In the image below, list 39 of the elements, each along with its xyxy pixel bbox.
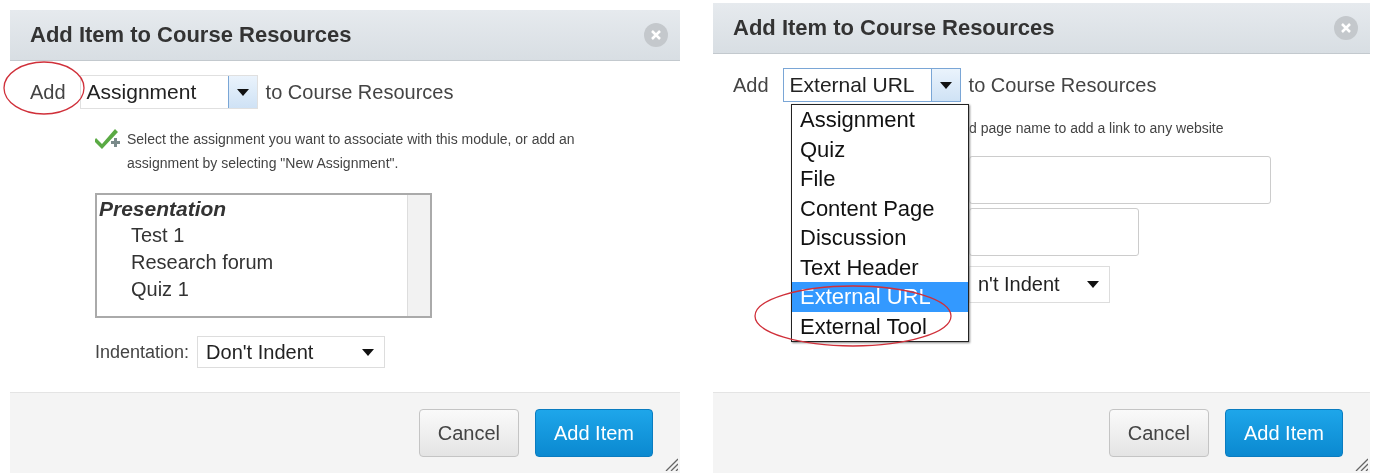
cancel-button[interactable]: Cancel bbox=[418, 409, 519, 457]
scrollbar[interactable] bbox=[407, 195, 430, 316]
dialog-title: Add Item to Course Resources bbox=[30, 22, 352, 48]
caret-icon bbox=[236, 88, 249, 96]
dialog-title: Add Item to Course Resources bbox=[733, 15, 1055, 41]
suffix-label: to Course Resources bbox=[968, 73, 1157, 97]
menu-item[interactable]: Content Page bbox=[792, 193, 968, 223]
item-type-select[interactable]: Assignment bbox=[79, 75, 258, 109]
menu-item[interactable]: Discussion bbox=[792, 223, 968, 253]
add-label: Add bbox=[733, 73, 769, 97]
close-icon bbox=[1340, 22, 1352, 34]
close-icon bbox=[650, 29, 662, 41]
group-label: Presentation bbox=[98, 196, 228, 222]
add-label: Add bbox=[30, 80, 66, 104]
caret-icon bbox=[939, 81, 952, 89]
input-field[interactable] bbox=[969, 156, 1271, 204]
indentation-select[interactable]: Don't Indent bbox=[197, 336, 386, 368]
list-option[interactable]: Quiz 1 bbox=[97, 276, 407, 303]
suffix-label: to Course Resources bbox=[265, 80, 454, 104]
assignment-list[interactable]: Presentation Test 1 Research forum Quiz 1 bbox=[95, 193, 432, 318]
menu-item[interactable]: Text Header bbox=[792, 252, 968, 282]
close-button[interactable] bbox=[644, 23, 668, 47]
caret-icon bbox=[362, 348, 375, 356]
caret-icon bbox=[1087, 281, 1099, 288]
indentation-select[interactable]: n't Indent bbox=[969, 266, 1110, 303]
menu-item[interactable]: Quiz bbox=[792, 134, 968, 164]
item-type-select[interactable]: External URL bbox=[782, 68, 961, 102]
input-field[interactable] bbox=[969, 208, 1139, 256]
close-button[interactable] bbox=[1334, 16, 1358, 40]
menu-item[interactable]: Assignment bbox=[792, 105, 968, 135]
list-option[interactable]: Research forum bbox=[97, 249, 407, 276]
hint-text: Select the assignment you want to associate with this module, or add an assignment by selecting "New Assignment". bbox=[127, 130, 576, 173]
indentation-label: Indentation: bbox=[95, 341, 190, 363]
checkmark-plus-icon bbox=[95, 127, 121, 149]
menu-item[interactable]: External Tool bbox=[792, 311, 968, 341]
list-option[interactable]: Test 1 bbox=[97, 222, 407, 249]
menu-item[interactable]: File bbox=[792, 164, 968, 194]
cancel-button[interactable]: Cancel bbox=[1108, 409, 1209, 457]
hint-text: d page name to add a link to any website bbox=[969, 119, 1224, 138]
